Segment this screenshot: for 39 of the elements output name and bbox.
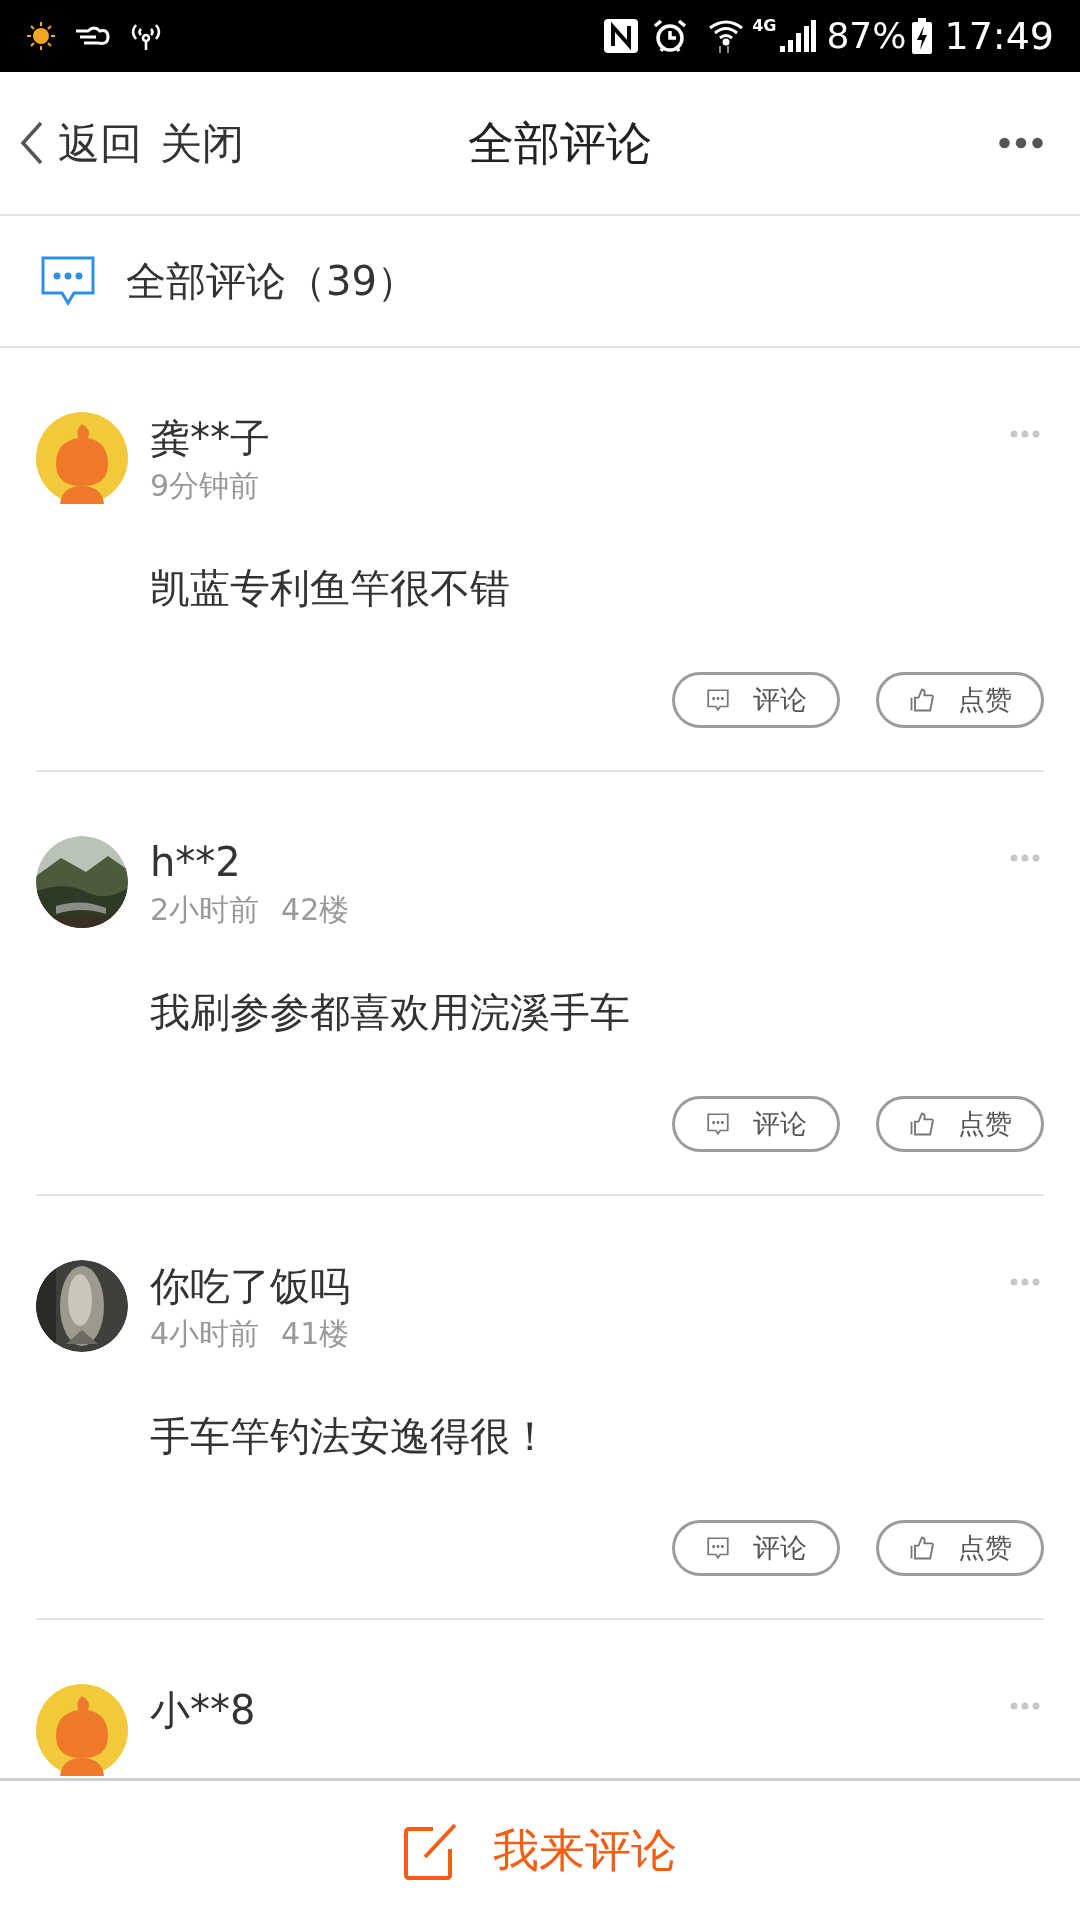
battery-percentage: 87%	[826, 14, 907, 58]
reply-button[interactable]: 评论	[672, 1520, 840, 1576]
comment-text: 手车竿钓法安逸得很！	[150, 1412, 551, 1461]
username: 龚**子	[150, 414, 270, 463]
nfc-icon	[604, 19, 639, 53]
signal-icon	[780, 20, 817, 52]
comment-icon	[705, 687, 731, 713]
clock: 17:49	[944, 12, 1054, 60]
username: h**2	[150, 838, 241, 887]
comment-meta: 9分钟前	[150, 467, 260, 505]
section-title: 全部评论（39）	[126, 257, 417, 306]
back-link[interactable]: 返回	[58, 111, 142, 175]
comment-text: 我刷参参都喜欢用浣溪手车	[150, 988, 631, 1037]
wifi-icon	[708, 18, 745, 54]
like-button[interactable]: 点赞	[876, 1520, 1044, 1576]
battery-charging-icon	[912, 18, 933, 54]
page-title: 全部评论	[468, 114, 652, 172]
thumbs-up-icon	[908, 686, 936, 714]
alarm-icon	[652, 18, 689, 54]
chat-bubble-icon	[40, 255, 96, 307]
close-link[interactable]: 关闭	[160, 111, 244, 175]
comment-icon	[705, 1111, 731, 1137]
more-icon[interactable]	[996, 137, 1046, 149]
thumbs-up-icon	[908, 1534, 936, 1562]
comment-meta: 42楼	[281, 891, 350, 929]
reply-button[interactable]: 评论	[672, 672, 840, 728]
reply-button[interactable]: 评论	[672, 1096, 840, 1152]
username: 你吃了饭吗	[150, 1262, 350, 1311]
thumbs-up-icon	[908, 1110, 936, 1138]
username: 小**8	[150, 1686, 256, 1735]
comment-meta: 2小时前	[150, 891, 260, 929]
like-button[interactable]: 点赞	[876, 672, 1044, 728]
comment-icon	[705, 1535, 731, 1561]
like-button[interactable]: 点赞	[876, 1096, 1044, 1152]
sun-icon	[26, 21, 56, 51]
comment-meta: 41楼	[281, 1315, 350, 1353]
network-type: 4G	[752, 15, 777, 37]
comment-meta: 4小时前	[150, 1315, 260, 1353]
comment-text: 凯蓝专利鱼竿很不错	[150, 564, 511, 613]
